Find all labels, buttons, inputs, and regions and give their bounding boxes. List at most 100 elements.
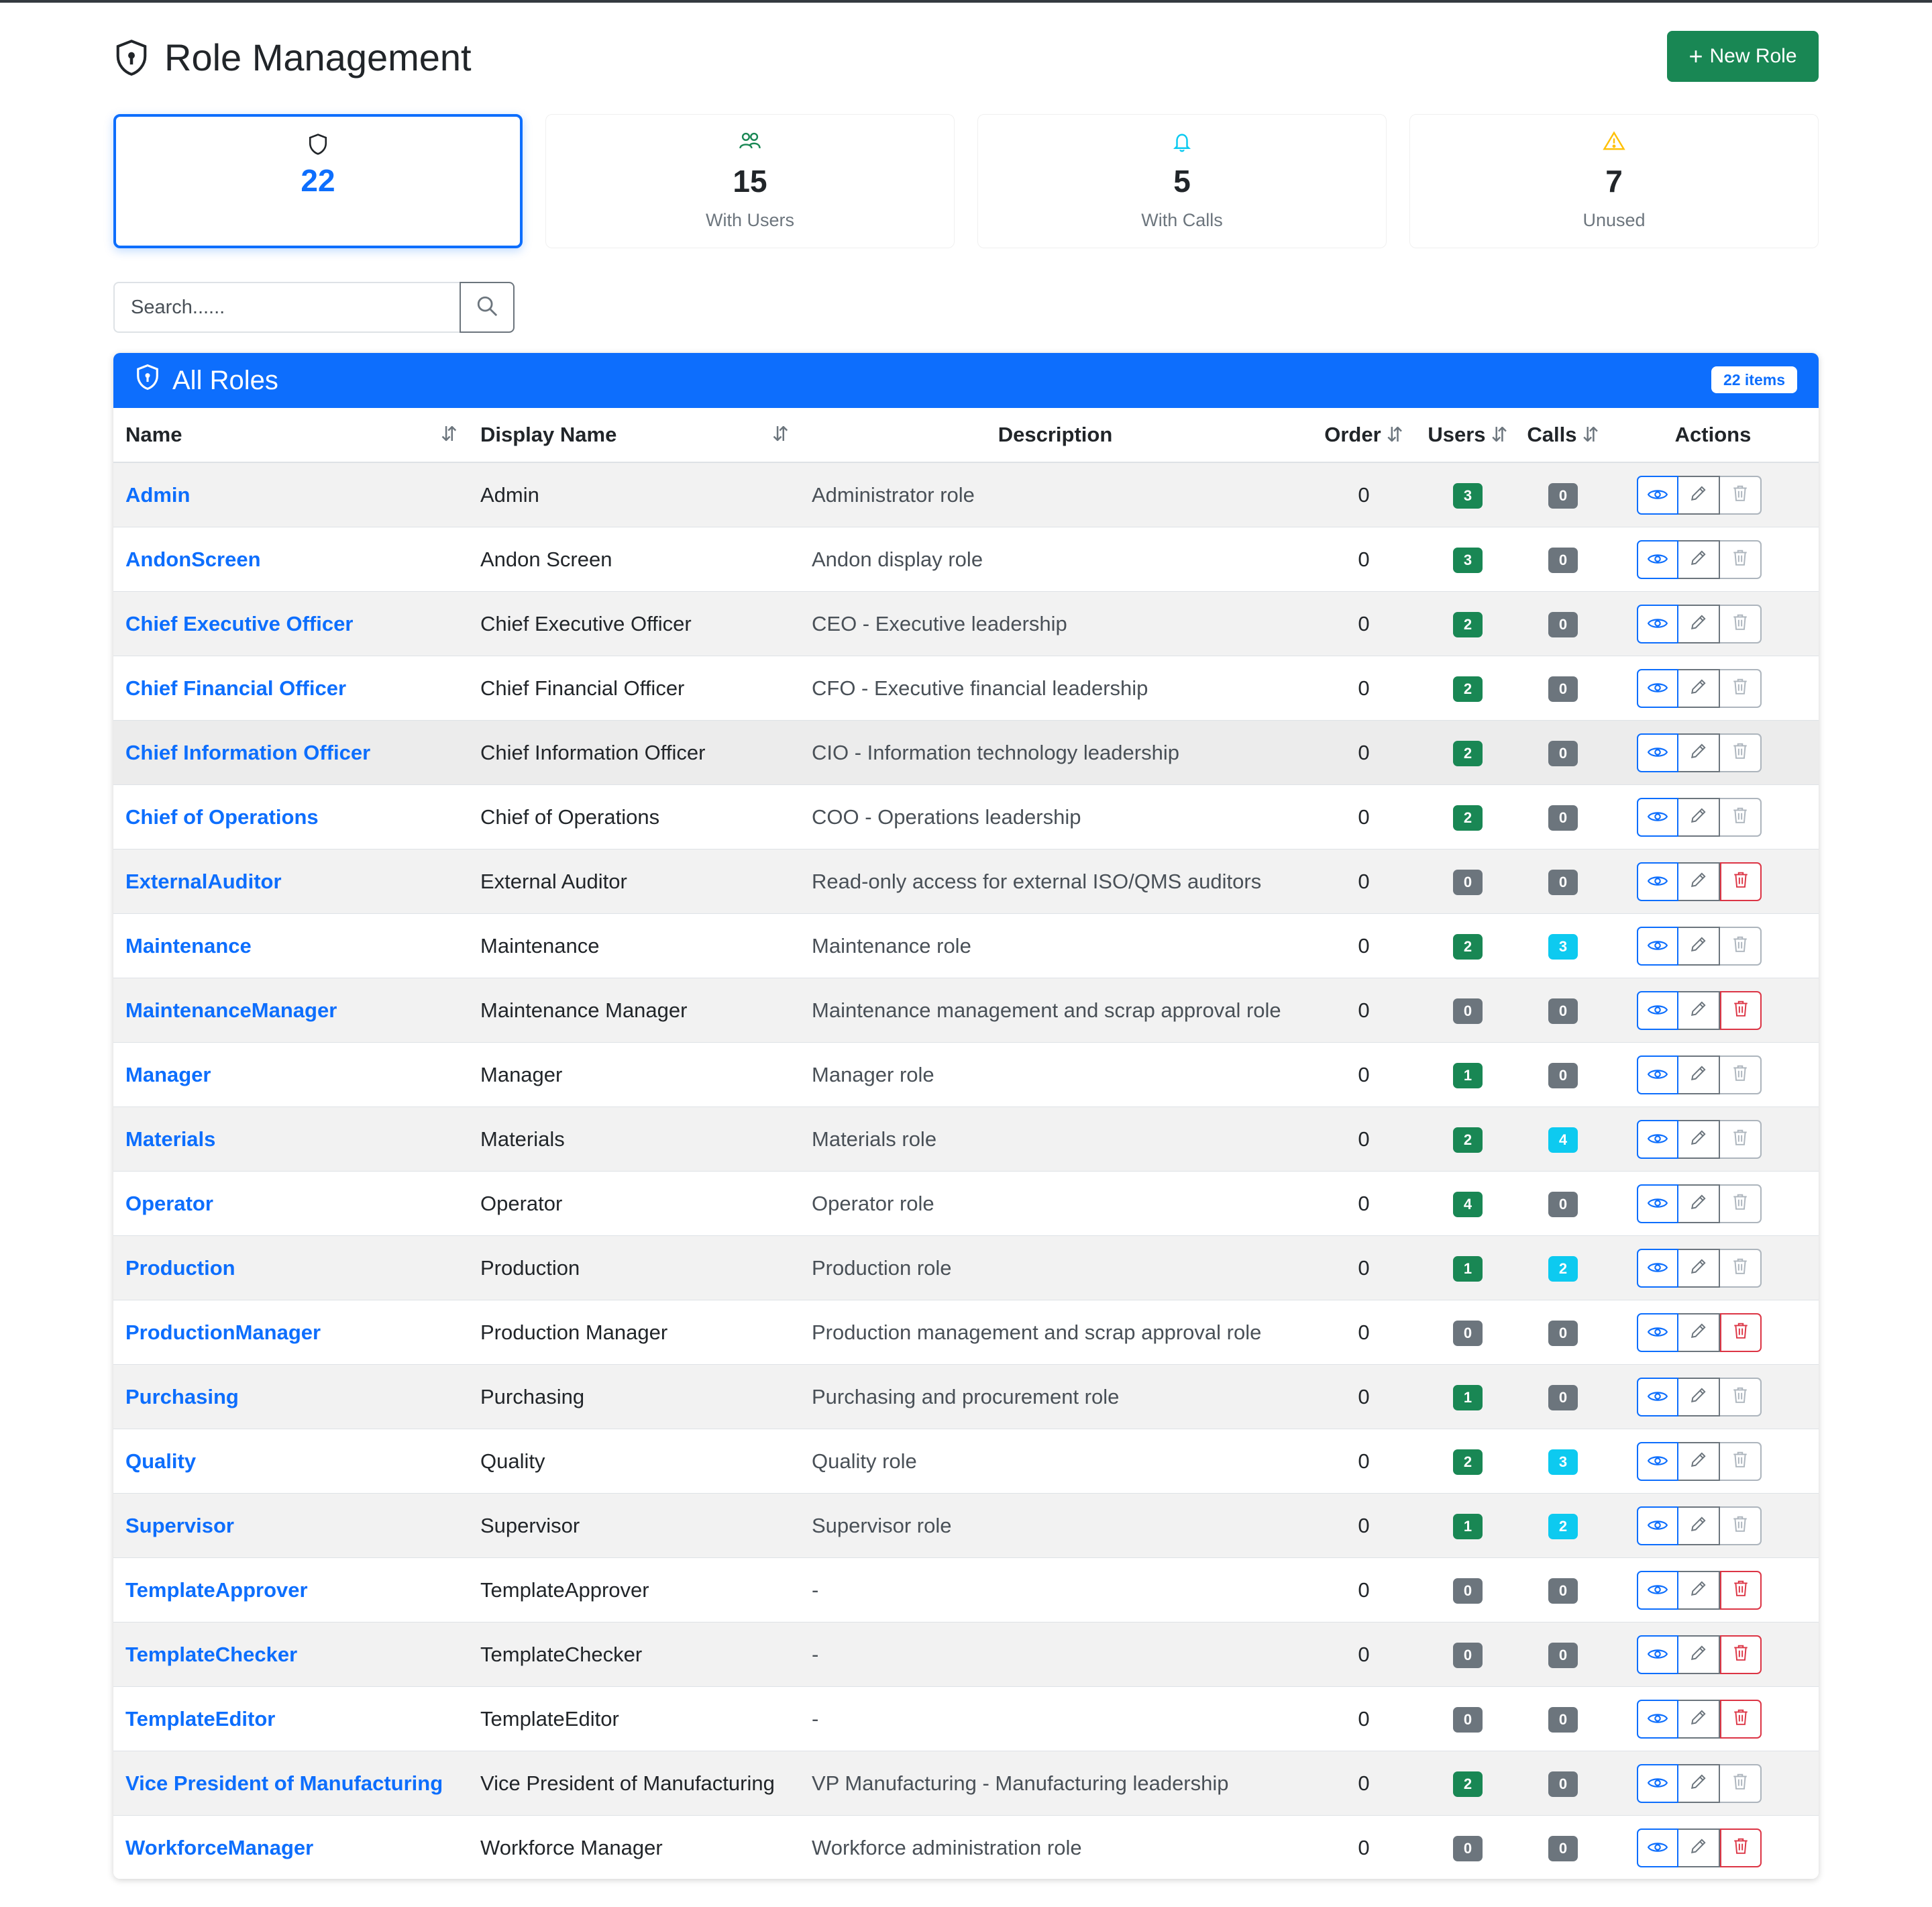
role-name-link[interactable]: Manager: [113, 1042, 468, 1107]
delete-button[interactable]: [1720, 990, 1762, 1030]
edit-button[interactable]: [1678, 1248, 1720, 1288]
delete-button: [1720, 733, 1762, 772]
view-button[interactable]: [1637, 1055, 1678, 1094]
edit-button[interactable]: [1678, 604, 1720, 643]
view-button[interactable]: [1637, 926, 1678, 966]
edit-button[interactable]: [1678, 926, 1720, 966]
edit-button[interactable]: [1678, 1184, 1720, 1223]
users-count-badge: 0: [1453, 1320, 1483, 1346]
page-header: Role Management + New Role: [113, 31, 1819, 85]
view-button[interactable]: [1637, 1248, 1678, 1288]
edit-button[interactable]: [1678, 1312, 1720, 1352]
view-button[interactable]: [1637, 862, 1678, 901]
column-header-users[interactable]: Users ⇵: [1417, 408, 1519, 463]
role-name-link[interactable]: AndonScreen: [113, 527, 468, 592]
view-button[interactable]: [1637, 1570, 1678, 1610]
view-button[interactable]: [1637, 1635, 1678, 1674]
view-button[interactable]: [1637, 604, 1678, 643]
edit-button[interactable]: [1678, 1570, 1720, 1610]
delete-button[interactable]: [1720, 1570, 1762, 1610]
edit-button[interactable]: [1678, 1119, 1720, 1159]
role-name-link[interactable]: ProductionManager: [113, 1300, 468, 1365]
edit-button[interactable]: [1678, 1763, 1720, 1803]
role-name-link[interactable]: Production: [113, 1235, 468, 1300]
edit-button[interactable]: [1678, 1635, 1720, 1674]
edit-button[interactable]: [1678, 733, 1720, 772]
view-button[interactable]: [1637, 475, 1678, 515]
edit-button[interactable]: [1678, 1828, 1720, 1867]
edit-button[interactable]: [1678, 475, 1720, 515]
delete-button[interactable]: [1720, 1828, 1762, 1867]
view-button[interactable]: [1637, 1377, 1678, 1416]
view-button[interactable]: [1637, 1441, 1678, 1481]
edit-button[interactable]: [1678, 862, 1720, 901]
view-button[interactable]: [1637, 1506, 1678, 1545]
stat-card-with-calls[interactable]: 5 With Calls: [977, 114, 1387, 248]
stat-card-total[interactable]: 22: [113, 114, 523, 248]
view-button[interactable]: [1637, 990, 1678, 1030]
role-name-link[interactable]: Admin: [113, 462, 468, 527]
role-name-link[interactable]: Chief Executive Officer: [113, 591, 468, 656]
role-name-link[interactable]: Chief Information Officer: [113, 720, 468, 785]
delete-button[interactable]: [1720, 1699, 1762, 1739]
role-name-link[interactable]: Supervisor: [113, 1493, 468, 1558]
role-name-link[interactable]: Purchasing: [113, 1364, 468, 1429]
view-button[interactable]: [1637, 1119, 1678, 1159]
view-button[interactable]: [1637, 668, 1678, 708]
role-name-link[interactable]: Quality: [113, 1429, 468, 1494]
role-name-link[interactable]: Vice President of Manufacturing: [113, 1751, 468, 1816]
role-name-link[interactable]: Chief Financial Officer: [113, 656, 468, 721]
delete-button[interactable]: [1720, 1635, 1762, 1674]
view-button[interactable]: [1637, 1312, 1678, 1352]
role-name-link[interactable]: TemplateChecker: [113, 1622, 468, 1687]
view-button[interactable]: [1637, 539, 1678, 579]
view-button[interactable]: [1637, 1828, 1678, 1867]
eye-icon: [1647, 548, 1668, 572]
role-name-link[interactable]: Maintenance: [113, 913, 468, 978]
table-row: TemplateChecker TemplateChecker -0 0 0: [113, 1622, 1819, 1687]
view-button[interactable]: [1637, 797, 1678, 837]
table-row: Chief Financial Officer Chief Financial O…: [113, 656, 1819, 721]
role-name-link[interactable]: Operator: [113, 1171, 468, 1236]
search-input[interactable]: [113, 282, 460, 333]
role-name-link[interactable]: ExternalAuditor: [113, 849, 468, 914]
search-button[interactable]: [460, 282, 515, 333]
role-name-link[interactable]: Chief of Operations: [113, 784, 468, 849]
pencil-icon: [1690, 1578, 1707, 1602]
delete-button[interactable]: [1720, 1312, 1762, 1352]
edit-button[interactable]: [1678, 1055, 1720, 1094]
action-group: [1619, 733, 1819, 772]
edit-button[interactable]: [1678, 1506, 1720, 1545]
role-name-link[interactable]: Materials: [113, 1106, 468, 1172]
edit-button[interactable]: [1678, 1699, 1720, 1739]
role-calls-cell: 0: [1519, 591, 1607, 656]
view-button[interactable]: [1637, 733, 1678, 772]
action-group: [1619, 1828, 1819, 1867]
action-group: [1619, 862, 1819, 901]
edit-button[interactable]: [1678, 797, 1720, 837]
edit-button[interactable]: [1678, 539, 1720, 579]
new-role-button[interactable]: + New Role: [1667, 31, 1819, 82]
edit-button[interactable]: [1678, 1377, 1720, 1416]
role-calls-cell: 0: [1519, 1751, 1607, 1816]
column-header-order[interactable]: Order ⇵: [1311, 408, 1417, 463]
edit-button[interactable]: [1678, 990, 1720, 1030]
delete-button[interactable]: [1720, 862, 1762, 901]
role-actions-cell: [1607, 849, 1819, 914]
edit-button[interactable]: [1678, 1441, 1720, 1481]
view-button[interactable]: [1637, 1763, 1678, 1803]
role-name-link[interactable]: TemplateApprover: [113, 1557, 468, 1622]
role-name-link[interactable]: TemplateEditor: [113, 1686, 468, 1751]
role-users-cell: 0: [1417, 849, 1519, 914]
role-name-link[interactable]: WorkforceManager: [113, 1815, 468, 1879]
column-header-display-name[interactable]: Display Name ⇵: [468, 408, 800, 463]
column-header-calls[interactable]: Calls ⇵: [1519, 408, 1607, 463]
view-button[interactable]: [1637, 1699, 1678, 1739]
edit-button[interactable]: [1678, 668, 1720, 708]
stat-card-unused[interactable]: 7 Unused: [1409, 114, 1819, 248]
eye-icon: [1647, 1578, 1668, 1602]
column-header-name[interactable]: Name ⇵: [113, 408, 468, 463]
stat-card-with-users[interactable]: 15 With Users: [545, 114, 955, 248]
view-button[interactable]: [1637, 1184, 1678, 1223]
role-name-link[interactable]: MaintenanceManager: [113, 978, 468, 1043]
